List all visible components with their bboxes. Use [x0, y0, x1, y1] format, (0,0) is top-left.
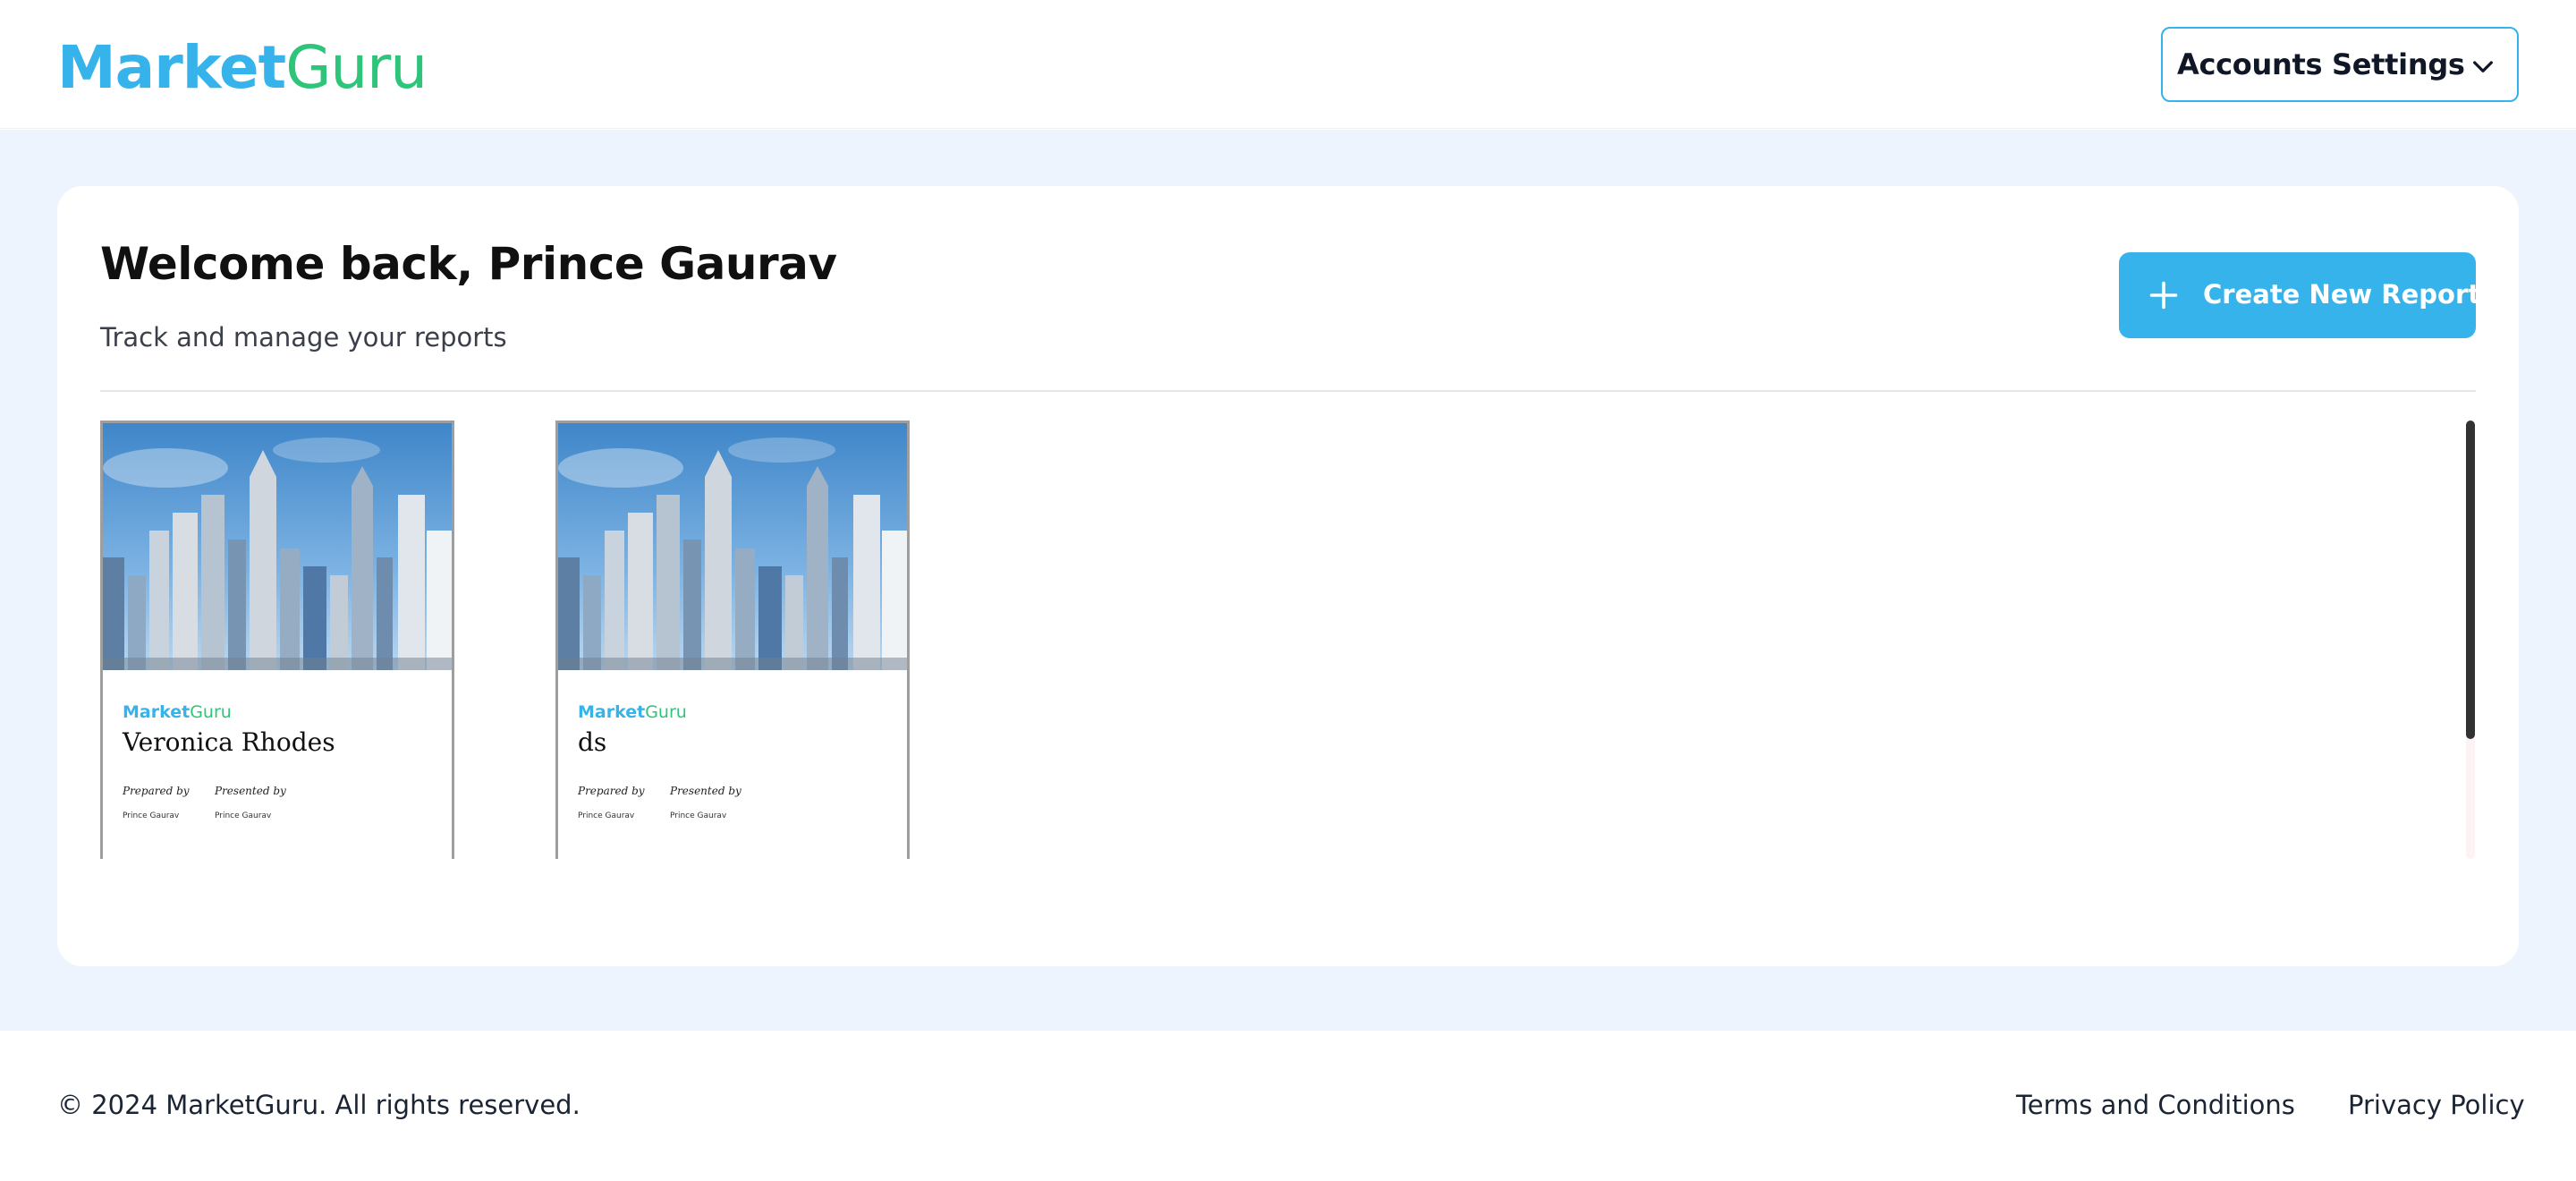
page-title: Welcome back, Prince Gaurav	[100, 238, 837, 290]
marketguru-logo[interactable]: Market Guru	[57, 36, 428, 100]
chevron-down-icon	[2473, 61, 2493, 72]
reports-scrollbar-thumb[interactable]	[2466, 421, 2475, 739]
page-subtitle: Track and manage your reports	[100, 322, 507, 353]
section-divider	[100, 390, 2476, 392]
report-card[interactable]: MarketGuru ds Prepared by Presented by P…	[555, 421, 910, 859]
report-logo: MarketGuru	[123, 702, 232, 722]
privacy-policy-link[interactable]: Privacy Policy	[2348, 1090, 2525, 1120]
prepared-by-label: Prepared by	[123, 785, 190, 797]
skyline-cover-image	[103, 423, 452, 670]
plus-icon	[2149, 281, 2178, 310]
presented-by-name: Prince Gaurav	[670, 811, 727, 820]
presented-by-label: Presented by	[215, 785, 286, 797]
top-header: Market Guru Accounts Settings	[0, 0, 2576, 129]
prepared-by-label: Prepared by	[578, 785, 645, 797]
create-new-report-button[interactable]: Create New Report	[2119, 252, 2480, 338]
create-new-report-label: Create New Report	[2203, 279, 2481, 310]
report-card[interactable]: MarketGuru Veronica Rhodes Prepared by P…	[100, 421, 454, 859]
skyline-cover-image	[558, 423, 907, 670]
accounts-settings-dropdown[interactable]: Accounts Settings	[2161, 27, 2519, 102]
presented-by-label: Presented by	[670, 785, 741, 797]
prepared-by-name: Prince Gaurav	[123, 811, 180, 820]
presented-by-name: Prince Gaurav	[215, 811, 272, 820]
report-title: Veronica Rhodes	[123, 727, 335, 757]
accounts-settings-label: Accounts Settings	[2177, 47, 2465, 81]
prepared-by-name: Prince Gaurav	[578, 811, 635, 820]
copyright-text: © 2024 MarketGuru. All rights reserved.	[57, 1090, 580, 1120]
terms-and-conditions-link[interactable]: Terms and Conditions	[2016, 1090, 2295, 1120]
report-logo: MarketGuru	[578, 702, 687, 722]
report-title: ds	[578, 727, 607, 757]
